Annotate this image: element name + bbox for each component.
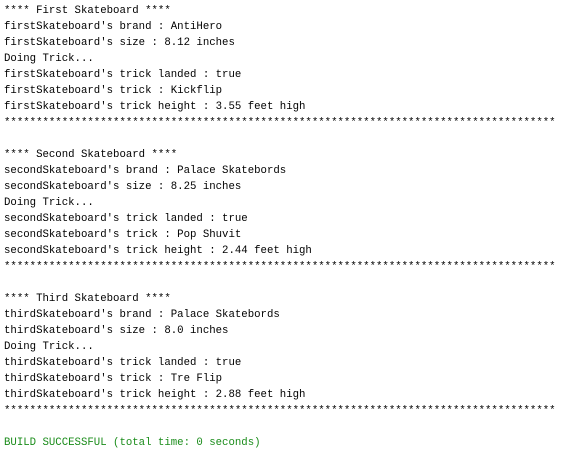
- console-line: firstSkateboard's trick height : 3.55 fe…: [4, 101, 306, 113]
- console-line: secondSkateboard's trick height : 2.44 f…: [4, 245, 312, 257]
- console-line: thirdSkateboard's brand : Palace Skatebo…: [4, 309, 280, 321]
- console-output: **** First Skateboard **** firstSkateboar…: [4, 3, 579, 451]
- console-line: secondSkateboard's trick landed : true: [4, 213, 248, 225]
- console-line: Doing Trick...: [4, 341, 94, 353]
- console-line: thirdSkateboard's trick landed : true: [4, 357, 242, 369]
- console-line: Doing Trick...: [4, 197, 94, 209]
- console-line: firstSkateboard's trick landed : true: [4, 69, 242, 81]
- section-heading: **** First Skateboard ****: [4, 5, 171, 17]
- console-line: firstSkateboard's size : 8.12 inches: [4, 37, 235, 49]
- console-line: firstSkateboard's trick : Kickflip: [4, 85, 223, 97]
- separator-line: ****************************************…: [4, 405, 556, 417]
- separator-line: ****************************************…: [4, 261, 556, 273]
- separator-line: ****************************************…: [4, 117, 556, 129]
- section-heading: **** Third Skateboard ****: [4, 293, 171, 305]
- console-line: secondSkateboard's size : 8.25 inches: [4, 181, 242, 193]
- console-line: thirdSkateboard's trick height : 2.88 fe…: [4, 389, 306, 401]
- section-heading: **** Second Skateboard ****: [4, 149, 178, 161]
- console-line: secondSkateboard's brand : Palace Skateb…: [4, 165, 287, 177]
- console-line: firstSkateboard's brand : AntiHero: [4, 21, 223, 33]
- build-status: BUILD SUCCESSFUL (total time: 0 seconds): [4, 437, 261, 449]
- console-line: thirdSkateboard's size : 8.0 inches: [4, 325, 229, 337]
- console-line: Doing Trick...: [4, 53, 94, 65]
- console-line: thirdSkateboard's trick : Tre Flip: [4, 373, 223, 385]
- console-line: secondSkateboard's trick : Pop Shuvit: [4, 229, 242, 241]
